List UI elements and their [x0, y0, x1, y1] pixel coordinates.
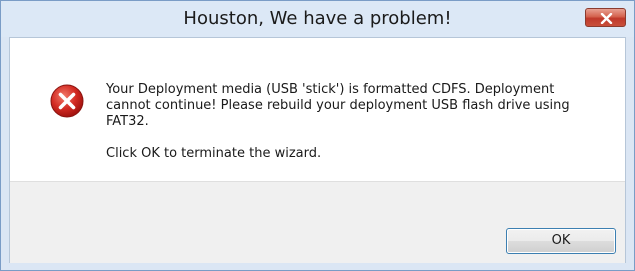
close-button[interactable]: [585, 8, 626, 27]
title-bar[interactable]: Houston, We have a problem!: [1, 1, 634, 37]
instruction-text: Click OK to terminate the wizard.: [106, 146, 322, 161]
close-icon: [600, 13, 613, 24]
ok-button[interactable]: OK: [506, 228, 616, 254]
dialog-content: Your Deployment media (USB 'stick') is f…: [9, 37, 626, 263]
window-title: Houston, We have a problem!: [183, 8, 452, 29]
error-icon: [50, 84, 84, 118]
error-message: Your Deployment media (USB 'stick') is f…: [106, 82, 586, 162]
button-area: OK: [10, 181, 625, 263]
dialog-window: Houston, We have a problem! Your Deploym…: [0, 0, 635, 271]
error-message-text: Your Deployment media (USB 'stick') is f…: [106, 82, 570, 129]
